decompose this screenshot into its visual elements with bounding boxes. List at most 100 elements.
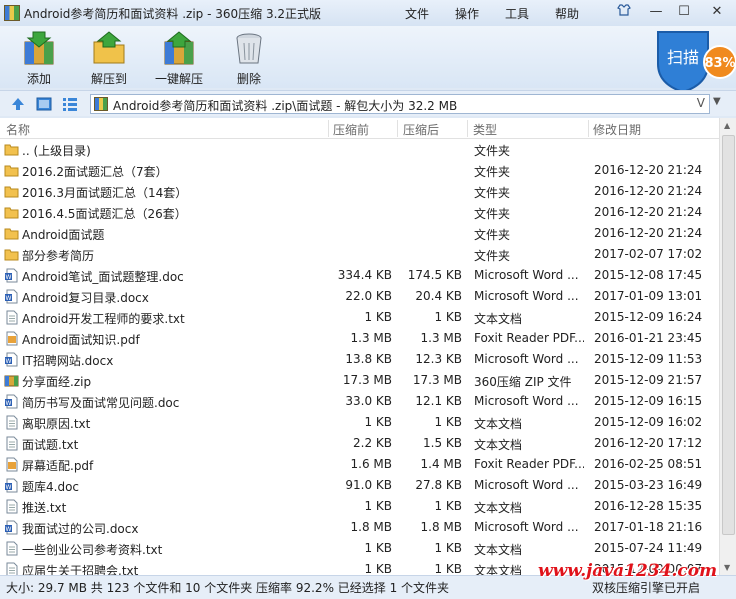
file-date: 2016-12-20 21:24 [594, 226, 703, 240]
vertical-scrollbar[interactable]: ▲ ▼ [719, 118, 736, 575]
scan-label: 扫描 [667, 48, 699, 67]
scroll-up-icon[interactable]: ▲ [724, 121, 730, 130]
address-v-button[interactable]: V [697, 96, 705, 110]
column-date[interactable]: 修改日期 [593, 121, 641, 138]
file-row[interactable]: 推送.txt 1 KB 1 KB 文本文档 2016-12-28 15:35 [0, 496, 719, 517]
file-type: Foxit Reader PDF... [474, 457, 584, 471]
file-row[interactable]: 2016.3月面试题汇总（14套） 文件夹 2016-12-20 21:24 [0, 181, 719, 202]
menu-tools[interactable]: 工具 [505, 5, 529, 22]
scan-badge[interactable]: 扫描 83% [652, 26, 736, 94]
view-large-icon[interactable] [36, 96, 52, 112]
column-type[interactable]: 类型 [473, 121, 497, 138]
file-type: Microsoft Word ... [474, 289, 579, 303]
file-size: 1 KB [364, 310, 392, 324]
maximize-icon[interactable]: ☐ [674, 3, 694, 21]
one-click-extract-label: 一键解压 [154, 72, 203, 86]
svg-text:W: W [6, 358, 12, 365]
menu-file[interactable]: 文件 [405, 5, 429, 22]
file-type: 文件夹 [474, 228, 511, 242]
file-row[interactable]: 一些创业公司参考资料.txt 1 KB 1 KB 文本文档 2015-07-24 11:… [0, 538, 719, 559]
file-name: 2016.4.5面试题汇总（26套） [22, 207, 187, 221]
file-packed-size: 1 KB [434, 499, 462, 513]
extract-to-button[interactable]: 解压到 [74, 30, 144, 87]
text-file-icon [4, 541, 19, 556]
column-packed[interactable]: 压缩后 [403, 121, 439, 138]
file-date: 2017-01-09 13:01 [594, 289, 703, 303]
file-packed-size: 12.3 KB [415, 352, 462, 366]
file-row[interactable]: W 我面试过的公司.docx 1.8 MB 1.8 MB Microsoft Word … [0, 517, 719, 538]
text-file-icon [4, 310, 19, 325]
file-name: 一些创业公司参考资料.txt [22, 543, 163, 557]
address-input[interactable]: Android参考简历和面试资料 .zip\面试题 - 解包大小为 32.2 M… [90, 94, 710, 114]
file-type: 文本文档 [474, 501, 523, 515]
svg-text:W: W [6, 526, 12, 533]
address-dropdown-icon[interactable]: ▼ [713, 96, 721, 107]
file-row[interactable]: 部分参考简历 文件夹 2017-02-07 17:02 [0, 244, 719, 265]
file-row[interactable]: W IT招聘网站.docx 13.8 KB 12.3 KB Microsoft Word… [0, 349, 719, 370]
column-size[interactable]: 压缩前 [333, 121, 369, 138]
file-date: 2015-07-24 11:49 [594, 541, 703, 555]
column-name[interactable]: 名称 [6, 121, 30, 138]
file-row[interactable]: Android开发工程师的要求.txt 1 KB 1 KB 文本文档 2015-12-0… [0, 307, 719, 328]
one-click-extract-button[interactable]: 一键解压 [144, 30, 214, 87]
app-icon [4, 5, 20, 21]
file-row[interactable]: W 题库4.doc 91.0 KB 27.8 KB Microsoft Word ...… [0, 475, 719, 496]
file-row[interactable]: Android面试题 文件夹 2016-12-20 21:24 [0, 223, 719, 244]
add-button[interactable]: 添加 [4, 30, 74, 87]
up-arrow-icon[interactable] [10, 96, 26, 112]
file-name: 我面试过的公司.docx [22, 522, 139, 536]
text-file-icon [4, 415, 19, 430]
file-type: Microsoft Word ... [474, 394, 579, 408]
file-row[interactable]: 2016.2面试题汇总（7套） 文件夹 2016-12-20 21:24 [0, 160, 719, 181]
extract-to-label: 解压到 [90, 72, 127, 86]
file-row[interactable]: 面试题.txt 2.2 KB 1.5 KB 文本文档 2016-12-20 17:12 [0, 433, 719, 454]
menu-operate[interactable]: 操作 [455, 5, 479, 22]
file-date: 2016-12-20 21:24 [594, 205, 703, 219]
file-row[interactable]: W Android复习目录.docx 22.0 KB 20.4 KB Microsoft… [0, 286, 719, 307]
file-date: 2015-12-09 16:02 [594, 415, 703, 429]
scroll-down-icon[interactable]: ▼ [724, 563, 730, 572]
delete-button[interactable]: 删除 [214, 30, 284, 87]
file-size: 1 KB [364, 499, 392, 513]
file-row[interactable]: 分享面经.zip 17.3 MB 17.3 MB 360压缩 ZIP 文件 2015-1… [0, 370, 719, 391]
file-name: 简历书写及面试常见问题.doc [22, 396, 180, 410]
text-file-icon [4, 436, 19, 451]
file-packed-size: 1.3 MB [420, 331, 462, 345]
file-type: 文件夹 [474, 207, 511, 221]
file-name: 2016.3月面试题汇总（14套） [22, 186, 188, 200]
watermark: www.java1234.com [538, 561, 718, 581]
close-icon[interactable]: ✕ [707, 3, 727, 21]
address-bar: Android参考简历和面试资料 .zip\面试题 - 解包大小为 32.2 M… [0, 90, 736, 116]
minimize-icon[interactable]: — [646, 3, 666, 21]
folder-icon [4, 163, 19, 178]
file-name: 离职原因.txt [22, 417, 91, 431]
file-row[interactable]: 2016.4.5面试题汇总（26套） 文件夹 2016-12-20 21:24 [0, 202, 719, 223]
file-packed-size: 1.5 KB [423, 436, 462, 450]
file-size: 22.0 KB [345, 289, 392, 303]
file-row[interactable]: .. (上级目录) 文件夹 [0, 139, 719, 160]
file-type: 文件夹 [474, 144, 511, 158]
file-packed-size: 27.8 KB [415, 478, 462, 492]
word-doc-icon: W [4, 352, 19, 367]
file-type: Microsoft Word ... [474, 478, 579, 492]
file-size: 1.8 MB [350, 520, 392, 534]
file-date: 2016-12-20 21:24 [594, 163, 703, 177]
file-row[interactable]: W Android笔试_面试题整理.doc 334.4 KB 174.5 KB Micr… [0, 265, 719, 286]
file-row[interactable]: Android面试知识.pdf 1.3 MB 1.3 MB Foxit Reader … [0, 328, 719, 349]
file-type: 文件夹 [474, 165, 511, 179]
view-list-icon[interactable] [62, 96, 78, 112]
skin-icon[interactable] [614, 3, 634, 21]
file-size: 1.3 MB [350, 331, 392, 345]
file-name: Android复习目录.docx [22, 291, 149, 305]
menu-help[interactable]: 帮助 [555, 5, 579, 22]
scroll-thumb[interactable] [722, 135, 735, 535]
svg-text:W: W [6, 484, 12, 491]
file-date: 2016-01-21 23:45 [594, 331, 703, 345]
file-date: 2015-12-09 21:57 [594, 373, 703, 387]
file-row[interactable]: W 简历书写及面试常见问题.doc 33.0 KB 12.1 KB Microsoft … [0, 391, 719, 412]
file-row[interactable]: 屏幕适配.pdf 1.6 MB 1.4 MB Foxit Reader PDF... 2… [0, 454, 719, 475]
file-date: 2016-12-20 17:12 [594, 436, 703, 450]
text-file-icon [4, 562, 19, 575]
file-row[interactable]: 离职原因.txt 1 KB 1 KB 文本文档 2015-12-09 16:02 [0, 412, 719, 433]
file-packed-size: 1 KB [434, 310, 462, 324]
